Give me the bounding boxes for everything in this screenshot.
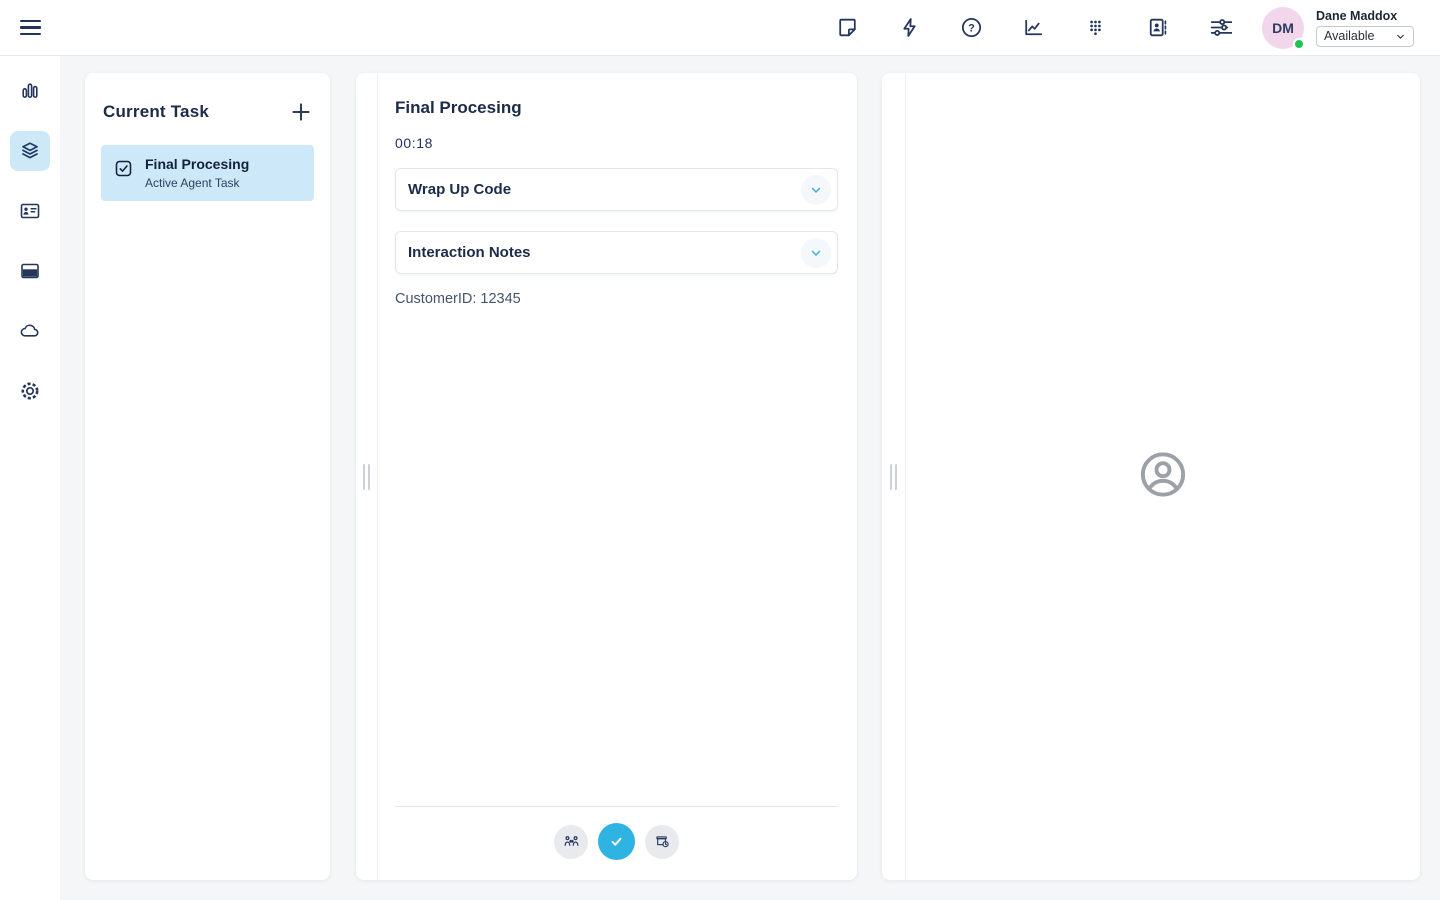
user-name: Dane Maddox: [1316, 9, 1414, 23]
checkbox-checked-icon: [113, 158, 134, 179]
preferences-icon[interactable]: [1206, 15, 1232, 41]
status-select[interactable]: Available: [1316, 26, 1414, 47]
task-list-item[interactable]: Final Procesing Active Agent Task: [101, 145, 314, 201]
cloud-icon[interactable]: [10, 311, 50, 351]
drag-grip-icon: [890, 464, 897, 490]
status-value: Available: [1324, 29, 1375, 43]
performance-icon[interactable]: [1020, 15, 1046, 41]
current-task-panel: Current Task Final Procesing Active Agen…: [85, 73, 330, 880]
check-icon: [607, 832, 626, 851]
left-rail: [0, 56, 60, 900]
chevron-down-icon[interactable]: [801, 175, 831, 205]
profile-panel: [882, 73, 1420, 880]
panel-resize-handle[interactable]: [882, 73, 906, 880]
task-item-subtitle: Active Agent Task: [145, 176, 249, 190]
directory-icon[interactable]: [1144, 15, 1170, 41]
avatar-initials: DM: [1272, 20, 1294, 36]
task-detail-title: Final Procesing: [395, 98, 838, 118]
plus-icon: [288, 99, 314, 125]
chevron-down-icon[interactable]: [801, 238, 831, 268]
transfer-button[interactable]: [554, 825, 588, 859]
activity-icon[interactable]: [10, 71, 50, 111]
task-item-title: Final Procesing: [145, 156, 249, 174]
help-icon[interactable]: ?: [958, 15, 984, 41]
drag-grip-icon: [363, 464, 370, 490]
interaction-notes-accordion[interactable]: Interaction Notes: [395, 231, 838, 274]
transfer-icon: [563, 833, 580, 850]
chevron-down-icon: [1395, 31, 1406, 42]
hamburger-icon[interactable]: [16, 14, 44, 42]
current-task-title: Current Task: [103, 102, 209, 122]
topbar: ?: [0, 0, 1440, 56]
user-cluster: DM Dane Maddox Available: [1262, 7, 1414, 49]
tasks-layers-icon[interactable]: [10, 131, 50, 171]
add-task-button[interactable]: [288, 99, 314, 125]
avatar[interactable]: DM: [1262, 7, 1304, 49]
settings-icon[interactable]: [10, 371, 50, 411]
dialpad-icon[interactable]: [1082, 15, 1108, 41]
contact-card-icon[interactable]: [10, 191, 50, 231]
presence-indicator: [1293, 38, 1305, 50]
task-timer: 00:18: [395, 135, 838, 151]
user-profile-icon: [1137, 448, 1189, 505]
wrap-up-code-accordion[interactable]: Wrap Up Code: [395, 168, 838, 211]
notes-icon[interactable]: [834, 15, 860, 41]
complete-button[interactable]: [598, 823, 635, 860]
panel-resize-handle[interactable]: [356, 73, 378, 880]
topbar-actions: ?: [834, 7, 1440, 49]
main-area: Current Task Final Procesing Active Agen…: [60, 56, 1440, 900]
park-task-icon: [654, 833, 671, 850]
task-detail-panel: Final Procesing 00:18 Wrap Up Code Inter…: [356, 73, 857, 880]
interaction-notes-label: Interaction Notes: [408, 244, 531, 261]
wrap-up-code-label: Wrap Up Code: [408, 181, 511, 198]
park-button[interactable]: [645, 825, 679, 859]
customer-id-text: CustomerID: 12345: [395, 291, 838, 307]
window-icon[interactable]: [10, 251, 50, 291]
svg-text:?: ?: [968, 22, 975, 34]
interactions-icon[interactable]: [896, 15, 922, 41]
